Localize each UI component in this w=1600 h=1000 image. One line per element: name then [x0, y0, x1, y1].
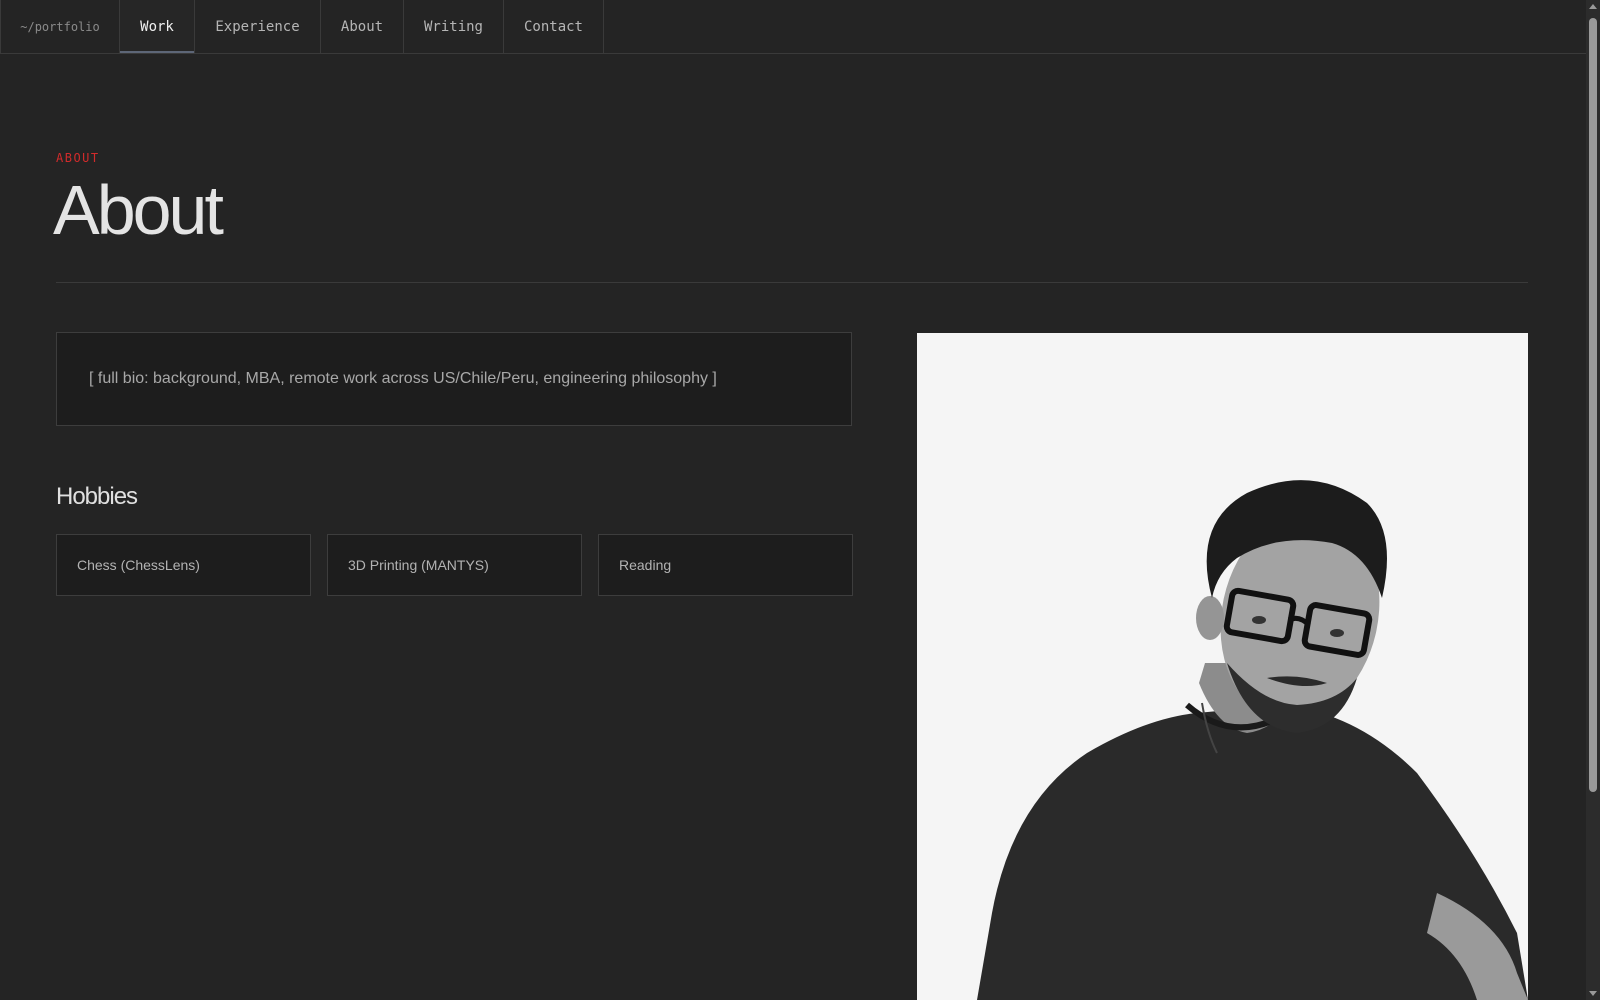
page-title: About — [53, 171, 224, 249]
tab-contact[interactable]: Contact — [504, 0, 604, 53]
tab-experience[interactable]: Experience — [195, 0, 321, 53]
top-nav: ~/portfolio Work Experience About Writin… — [0, 0, 1586, 54]
scroll-up-icon[interactable] — [1589, 4, 1597, 9]
tab-about[interactable]: About — [321, 0, 404, 53]
bio-placeholder: [ full bio: background, MBA, remote work… — [56, 332, 852, 426]
profile-photo — [917, 333, 1528, 1000]
hobby-card-3d-printing: 3D Printing (MANTYS) — [327, 534, 582, 596]
tab-writing[interactable]: Writing — [404, 0, 504, 53]
hobby-card-reading: Reading — [598, 534, 853, 596]
section-eyebrow: ABOUT — [56, 151, 100, 165]
scrollbar-thumb[interactable] — [1589, 18, 1597, 792]
section-divider — [56, 282, 1528, 283]
home-link[interactable]: ~/portfolio — [0, 0, 120, 53]
hobbies-heading: Hobbies — [56, 483, 138, 510]
page-scrollbar[interactable] — [1586, 0, 1600, 1000]
tab-work[interactable]: Work — [120, 0, 195, 53]
portrait-illustration — [977, 480, 1528, 1000]
scroll-down-icon[interactable] — [1589, 991, 1597, 996]
hobby-card-chess: Chess (ChessLens) — [56, 534, 311, 596]
